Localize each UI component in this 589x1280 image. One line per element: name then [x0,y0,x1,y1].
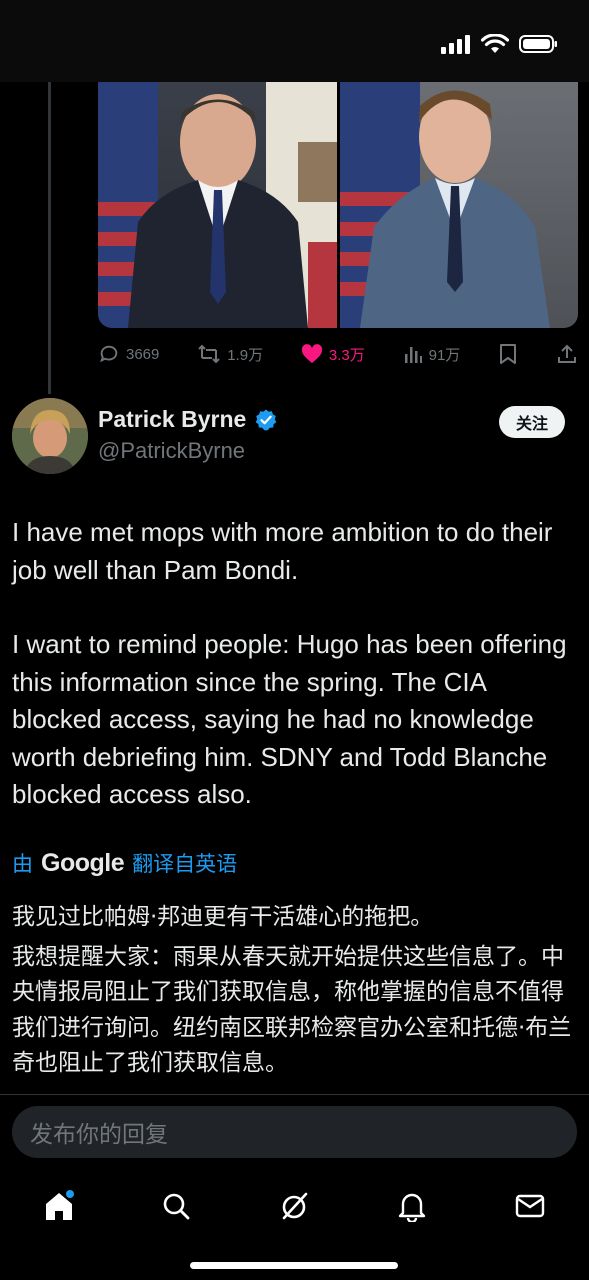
translated-paragraph: 我见过比帕姆·邦迪更有干活雄心的拖把。 [12,904,434,930]
translated-paragraph: 我想提醒大家：雨果从春天就开始提供这些信息了。中央情报局阻止了我们获取信息，称他… [12,943,572,1077]
translation-prefix: 由 [12,853,33,876]
battery-icon [519,35,557,53]
like-action[interactable]: 3.3万 [301,344,365,365]
search-icon [163,1193,190,1220]
retweet-count: 1.9万 [227,346,264,364]
reply-count: 3669 [126,345,160,363]
reply-input[interactable]: 发布你的回复 [12,1106,577,1158]
reply-action[interactable]: 3669 [98,343,159,365]
tweet-media[interactable] [98,82,578,328]
portrait-illustration [98,82,337,328]
messages-icon [515,1194,545,1218]
notifications-icon [398,1193,426,1222]
tab-notifications[interactable] [390,1184,434,1228]
status-icons [441,34,559,54]
tab-search[interactable] [154,1184,198,1228]
like-count: 3.3万 [328,346,365,364]
tab-home[interactable] [37,1184,81,1228]
author-name-row[interactable]: Patrick Byrne [98,406,278,433]
signal-icon [441,35,470,54]
home-icon [46,1190,74,1220]
home-indicator[interactable] [190,1262,398,1269]
tweet-body: I have met mops with more ambition to do… [12,514,577,814]
bookmark-icon [500,344,517,364]
tweet-paragraph: I have met mops with more ambition to do… [12,517,553,585]
retweet-icon [198,344,220,364]
divider [0,1094,589,1095]
tab-grok[interactable] [272,1184,316,1228]
share-icon [558,344,576,363]
views-action[interactable]: 91万 [403,344,461,365]
views-count: 91万 [428,346,461,364]
author-avatar[interactable] [12,398,88,474]
retweet-action[interactable]: 1.9万 [197,343,263,365]
tab-messages[interactable] [508,1184,552,1228]
heart-filled-icon [301,344,323,364]
portrait-illustration [339,82,550,328]
translation-attribution[interactable]: 由 Google 翻译自英语 [12,848,237,878]
avatar-illustration [12,398,88,474]
grok-icon [282,1192,308,1220]
media-photo-left[interactable] [98,82,337,328]
author-handle[interactable]: @PatrickByrne [98,438,245,464]
bookmark-action[interactable] [498,343,518,365]
status-bar [0,0,589,82]
views-icon [404,347,422,363]
share-action[interactable] [556,343,578,365]
reply-placeholder: 发布你的回复 [30,1122,168,1148]
google-logo: Google [41,848,125,877]
author-name[interactable]: Patrick Byrne [98,406,246,433]
reply-icon [100,345,118,363]
tweet-action-bar: 3669 1.9万 3.3万 91万 [98,340,578,368]
wifi-icon [481,34,509,53]
translation-suffix[interactable]: 翻译自英语 [132,848,237,878]
follow-button[interactable]: 关注 [499,406,565,438]
verified-badge-icon [256,409,277,430]
translated-body: 我见过比帕姆·邦迪更有干活雄心的拖把。 我想提醒大家：雨果从春天就开始提供这些信… [12,900,577,1086]
thread-line [48,82,51,394]
tweet-paragraph: I want to remind people: Hugo has been o… [12,629,567,809]
media-photo-right[interactable] [339,82,578,328]
